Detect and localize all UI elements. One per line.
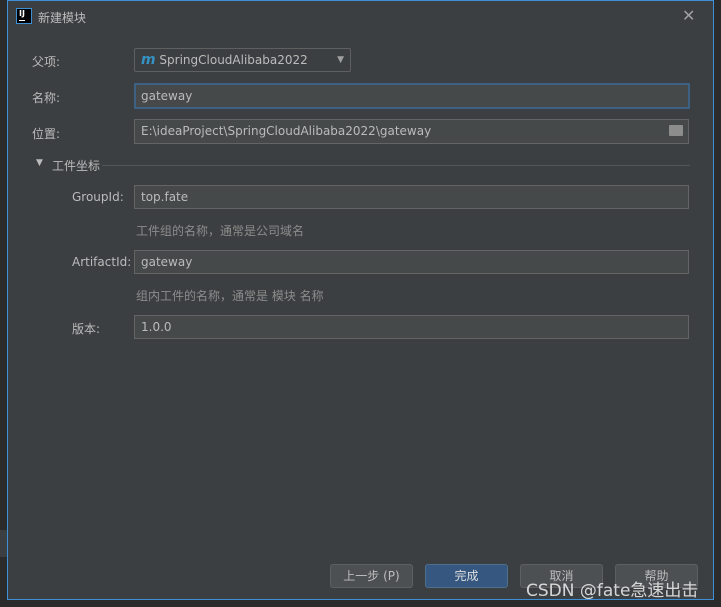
finish-button[interactable]: 完成 <box>425 564 508 588</box>
location-label: 位置: <box>32 127 61 141</box>
parent-dropdown[interactable]: m SpringCloudAlibaba2022 ▼ <box>134 48 351 72</box>
parent-label: 父项: <box>32 55 61 69</box>
version-label: 版本: <box>72 322 101 336</box>
csdn-watermark: CSDN @fate急速出击 <box>526 581 699 601</box>
groupid-hint: 工件组的名称，通常是公司域名 <box>136 224 305 238</box>
folder-icon[interactable] <box>669 125 683 136</box>
section-divider <box>102 165 690 166</box>
collapse-triangle-icon[interactable]: ▼ <box>36 158 43 168</box>
name-label: 名称: <box>32 91 61 105</box>
version-input[interactable]: 1.0.0 <box>134 315 689 339</box>
groupid-input[interactable]: top.fate <box>134 185 689 209</box>
previous-button[interactable]: 上一步 (P) <box>330 564 413 588</box>
new-module-dialog: IJ 新建模块 ✕ 父项: m SpringCloudAlibaba2022 ▼… <box>7 0 714 600</box>
intellij-icon: IJ <box>16 8 32 24</box>
groupid-label: GroupId: <box>72 190 124 204</box>
name-input[interactable]: gateway <box>134 83 690 109</box>
section-title[interactable]: 工件坐标 <box>52 157 100 174</box>
artifactid-label: ArtifactId: <box>72 255 132 269</box>
maven-m-icon: m <box>141 52 156 68</box>
dialog-title: 新建模块 <box>38 11 87 25</box>
location-value: E:\ideaProject\SpringCloudAlibaba2022\ga… <box>141 124 432 138</box>
chevron-down-icon: ▼ <box>337 55 344 65</box>
parent-value: SpringCloudAlibaba2022 <box>159 53 308 67</box>
location-input[interactable]: E:\ideaProject\SpringCloudAlibaba2022\ga… <box>134 119 689 144</box>
close-icon[interactable]: ✕ <box>682 6 695 25</box>
artifactid-hint: 组内工件的名称，通常是 模块 名称 <box>136 289 324 303</box>
artifactid-input[interactable]: gateway <box>134 250 689 274</box>
